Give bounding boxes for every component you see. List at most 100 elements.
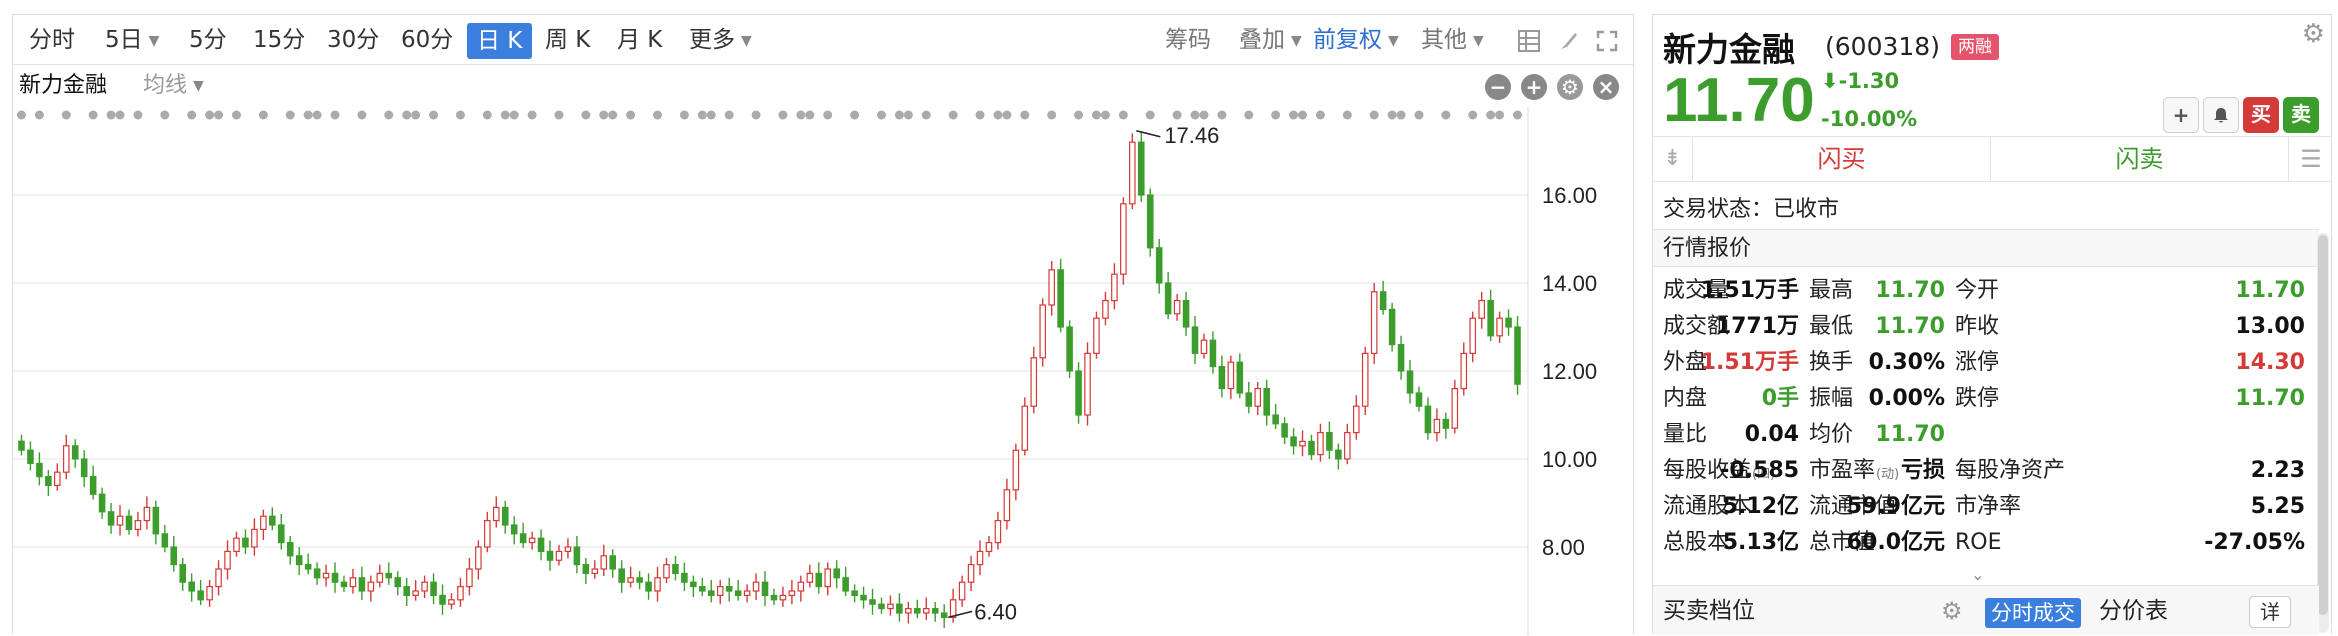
quote-value: 5.25: [2250, 494, 2305, 519]
tab-5day[interactable]: 5日 ▼: [105, 15, 159, 65]
candle-body: [1406, 370, 1414, 394]
candle: [896, 593, 903, 622]
event-marker: [1020, 110, 1030, 120]
plus-icon[interactable]: +: [2163, 97, 2199, 133]
tab-5min[interactable]: 5分: [189, 15, 227, 65]
candle: [1200, 333, 1208, 359]
bell-icon[interactable]: [2203, 97, 2239, 133]
chips-button[interactable]: 筹码: [1165, 15, 1211, 65]
adjust-dropdown[interactable]: 前复权 ▼: [1313, 15, 1399, 65]
candle-body: [752, 581, 760, 592]
candle: [824, 562, 832, 596]
gear-icon[interactable]: ⚙: [1941, 586, 1963, 636]
candle: [215, 560, 222, 596]
close-circle-icon[interactable]: ×: [1593, 74, 1619, 100]
stock-tab[interactable]: 新力金融: [19, 66, 107, 106]
candle-body: [1326, 432, 1333, 451]
candle-body: [824, 568, 832, 588]
more-dropdown[interactable]: 更多 ▼: [689, 15, 752, 65]
tab-ticks[interactable]: 分时成交: [1985, 598, 2081, 628]
tab-weekly-k[interactable]: 周 K: [545, 15, 590, 65]
candle-body: [1469, 317, 1477, 354]
candle-body: [681, 572, 688, 583]
candle: [475, 540, 482, 580]
candle-body: [905, 608, 912, 614]
candle: [1424, 397, 1432, 440]
candle-body: [1352, 405, 1360, 434]
candle-body: [707, 590, 715, 597]
y-tick-label: 12.00: [1542, 359, 1597, 384]
chevron-down-icon[interactable]: ⌄: [1971, 565, 1984, 584]
candle-body: [107, 511, 115, 526]
candle-body: [1254, 388, 1262, 407]
quote-value: 0手: [1761, 386, 1799, 411]
candle: [1478, 291, 1485, 329]
tab-15min[interactable]: 15分: [253, 15, 305, 65]
quote-value: 59.9亿元: [1846, 494, 1945, 519]
scrollbar-thumb[interactable]: [2318, 235, 2328, 615]
candle-body: [331, 572, 339, 583]
candle-body: [1272, 414, 1279, 425]
tab-timeshare[interactable]: 分时: [29, 15, 75, 65]
tab-daily-k[interactable]: 日 K: [467, 23, 533, 59]
gear-icon[interactable]: ⚙: [2302, 19, 2325, 49]
brush-icon[interactable]: [1557, 29, 1581, 53]
tab-60min[interactable]: 60分: [401, 15, 453, 65]
fullscreen-icon[interactable]: [1595, 29, 1619, 53]
event-marker: [231, 110, 241, 120]
kline-chart[interactable]: 16.00 14.00 12.00 10.00 8.00 17.46 6.40: [13, 107, 1633, 635]
quote-label: 市盈率: [1809, 458, 1876, 483]
overlay-dropdown[interactable]: 叠加 ▼: [1239, 15, 1302, 65]
event-marker: [527, 110, 537, 120]
gear-icon[interactable]: ⚙: [1557, 74, 1583, 100]
candle-body: [1514, 326, 1521, 385]
event-marker: [357, 110, 367, 120]
event-marker: [876, 110, 886, 120]
minus-circle-icon[interactable]: −: [1485, 74, 1511, 100]
grid-icon[interactable]: [1517, 29, 1541, 53]
candle: [905, 602, 912, 624]
sell-button[interactable]: 卖: [2283, 97, 2319, 133]
menu-icon[interactable]: ☰: [2291, 137, 2331, 181]
candle-body: [564, 546, 572, 553]
scrollbar[interactable]: [2317, 233, 2329, 633]
tab-30min[interactable]: 30分: [327, 15, 379, 65]
candle-body: [215, 568, 222, 588]
candle-body: [242, 537, 249, 548]
quote-value: 13.00: [2235, 314, 2305, 339]
event-marker: [1002, 110, 1012, 120]
buy-button[interactable]: 买: [2243, 97, 2279, 133]
tab-price-table[interactable]: 分价表: [2099, 586, 2168, 636]
candle: [779, 586, 787, 607]
tab-monthly-k[interactable]: 月 K: [617, 15, 662, 65]
quote-value: 5.13亿: [1722, 530, 1799, 555]
candle: [89, 465, 97, 500]
tab-orderbook[interactable]: 买卖档位: [1663, 586, 1755, 636]
candle-body: [143, 506, 151, 522]
candle-body: [36, 462, 43, 478]
candle-body: [1388, 308, 1396, 346]
candle: [887, 595, 894, 616]
other-dropdown[interactable]: 其他 ▼: [1421, 15, 1484, 65]
ma-dropdown[interactable]: 均线 ▼: [143, 66, 204, 106]
candle: [1505, 309, 1512, 336]
candle-body: [654, 577, 661, 592]
candle-body: [1505, 317, 1512, 328]
event-marker: [1387, 110, 1397, 120]
quote-value: 2.23: [2250, 458, 2305, 483]
candle: [448, 593, 455, 610]
plus-circle-icon[interactable]: +: [1521, 74, 1547, 100]
candle: [878, 597, 885, 614]
candle: [1021, 397, 1029, 456]
candle-body: [770, 594, 778, 601]
detail-button[interactable]: 详: [2249, 596, 2291, 628]
candle: [152, 500, 160, 545]
candle: [421, 575, 428, 599]
candle: [573, 536, 581, 574]
flash-buy-button[interactable]: 闪买: [1693, 137, 1991, 181]
candle-body: [1433, 418, 1441, 434]
collapse-icon[interactable]: ⇟: [1653, 137, 1693, 181]
candle-body: [1415, 392, 1423, 407]
event-marker: [106, 110, 116, 120]
flash-sell-button[interactable]: 闪卖: [1991, 137, 2289, 181]
